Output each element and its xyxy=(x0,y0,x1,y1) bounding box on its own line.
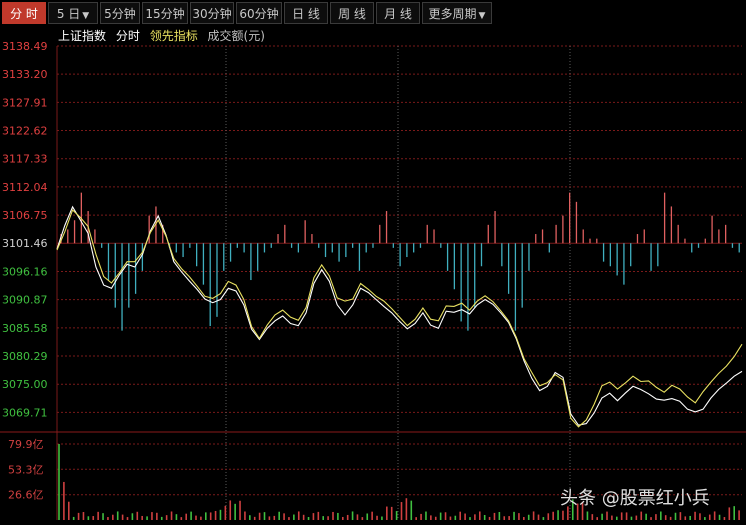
price-tick-label: 3133.20 xyxy=(2,68,48,81)
price-tick-label: 3117.33 xyxy=(2,153,48,166)
chart-canvas: 3138.49 3133.20 3127.91 3122.62 3117.33 3112.… xyxy=(0,40,746,520)
tab-3[interactable]: 15分钟 xyxy=(142,2,188,24)
price-tick-label: 3112.04 xyxy=(2,181,48,194)
volume-tick-label: 26.6亿 xyxy=(8,489,44,502)
watermark: 头条 @股票红小兵 xyxy=(560,488,710,509)
tab-label: 5分钟 xyxy=(104,7,136,21)
legend-volume: 成交额(元) xyxy=(207,29,265,43)
volume-tick-label: 53.3亿 xyxy=(8,463,44,476)
chevron-down-icon: ▼ xyxy=(478,11,486,21)
price-tick-label: 3127.91 xyxy=(2,96,48,109)
tab-label: 5 日 xyxy=(56,7,81,21)
tab-label: 30分钟 xyxy=(192,7,232,21)
tab-label: 日 线 xyxy=(292,7,320,21)
price-tick-label: 3096.16 xyxy=(2,265,48,278)
tab-8[interactable]: 月 线 xyxy=(376,2,420,24)
price-tick-label: 3122.62 xyxy=(2,125,48,138)
tab-7[interactable]: 周 线 xyxy=(330,2,374,24)
price-tick-label: 3075.00 xyxy=(2,378,48,391)
leading-indicator-bars xyxy=(60,192,740,331)
price-line xyxy=(56,205,743,426)
tab-label: 更多周期 xyxy=(428,7,477,21)
tab-4[interactable]: 30分钟 xyxy=(190,2,234,24)
price-tick-label: 3080.29 xyxy=(2,350,48,363)
tab-1[interactable]: 5 日 ▼ xyxy=(48,2,98,24)
tab-label: 分 时 xyxy=(10,7,38,21)
period-tab-bar: 分 时5 日 ▼ 5分钟 15分钟 30分钟 60分钟日 线周 线月 线更多周期 ▼ xyxy=(0,0,746,26)
tab-label: 60分钟 xyxy=(239,7,279,21)
tab-6[interactable]: 日 线 xyxy=(284,2,328,24)
tab-2[interactable]: 5分钟 xyxy=(100,2,140,24)
tab-label: 15分钟 xyxy=(145,7,185,21)
volume-tick-label: 79.9亿 xyxy=(8,438,44,451)
chart-legend: 上证指数 分时 领先指标 成交额(元) xyxy=(58,27,271,45)
price-tick-label: 3101.46 xyxy=(2,237,48,250)
tab-label: 周 线 xyxy=(338,7,366,21)
tab-label: 月 线 xyxy=(384,7,412,21)
tab-9[interactable]: 更多周期 ▼ xyxy=(422,2,492,24)
price-lines xyxy=(56,205,743,428)
legend-leading: 领先指标 xyxy=(149,29,198,43)
legend-index-name: 上证指数 xyxy=(58,29,107,43)
tab-5[interactable]: 60分钟 xyxy=(236,2,282,24)
price-tick-label: 3090.87 xyxy=(2,294,48,307)
price-axis: 3138.49 3133.20 3127.91 3122.62 3117.33 3112.… xyxy=(2,40,48,419)
price-tick-label: 3138.49 xyxy=(2,40,48,53)
legend-intraday: 分时 xyxy=(115,29,140,43)
price-tick-label: 3106.75 xyxy=(2,209,48,222)
average-line xyxy=(56,209,743,428)
volume-axis: 79.9亿 53.3亿 26.6亿 xyxy=(8,438,44,502)
chevron-down-icon: ▼ xyxy=(82,11,90,21)
price-tick-label: 3085.58 xyxy=(2,322,48,335)
price-tick-label: 3069.71 xyxy=(2,406,48,419)
tab-0[interactable]: 分 时 xyxy=(2,2,46,24)
